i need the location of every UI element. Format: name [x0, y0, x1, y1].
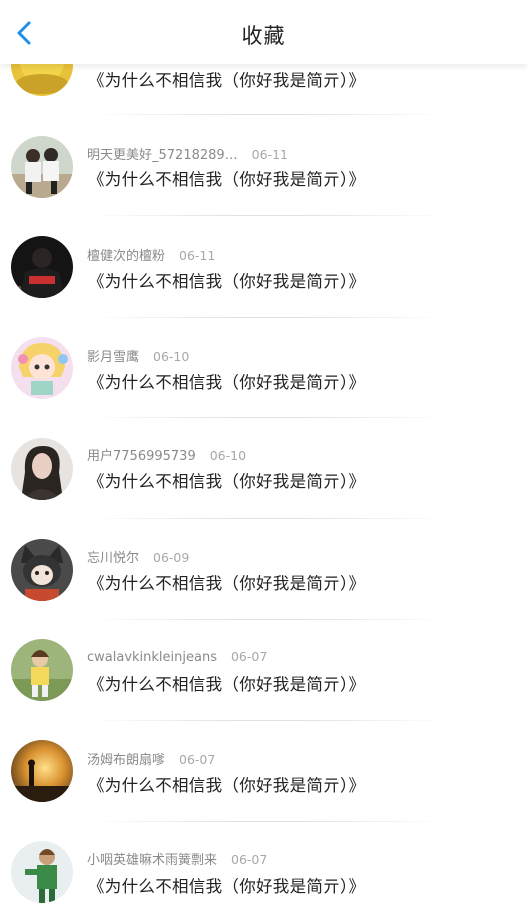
- favorite-title[interactable]: 《为什么不相信我（你好我是简亓）》: [88, 369, 365, 393]
- item-meta: 檀健次的檀粉 06-11: [87, 245, 215, 264]
- username[interactable]: 用户7756995739: [87, 449, 196, 464]
- favorite-title[interactable]: 《为什么不相信我（你好我是简亓）》: [88, 570, 365, 594]
- username[interactable]: 檀健次的檀粉: [87, 249, 165, 264]
- timestamp: 06-11: [179, 248, 216, 263]
- timestamp: 06-10: [153, 349, 190, 364]
- avatar[interactable]: [11, 136, 73, 198]
- avatar[interactable]: [11, 438, 73, 500]
- item-meta: 汤姆布朗扇嗲 06-07: [87, 749, 215, 768]
- avatar[interactable]: [11, 539, 73, 601]
- timestamp: 06-09: [153, 550, 190, 565]
- avatar[interactable]: [11, 841, 73, 903]
- header-bar: 收藏: [0, 0, 527, 64]
- username[interactable]: 影月雪鹰: [87, 350, 139, 365]
- avatar[interactable]: [11, 639, 73, 701]
- item-meta: 忘川悦尔 06-09: [87, 547, 189, 566]
- favorite-title[interactable]: 《为什么不相信我（你好我是简亓）》: [88, 468, 365, 492]
- timestamp: 06-07: [179, 752, 216, 767]
- list-item[interactable]: 影月雪鹰 06-10 《为什么不相信我（你好我是简亓）》: [0, 317, 527, 418]
- item-meta: 影月雪鹰 06-10: [87, 346, 189, 365]
- favorites-list: 《为什么不相信我（你好我是简亓）》 明天更美好_57218289… 06-11 《…: [0, 0, 527, 920]
- item-meta: 明天更美好_57218289… 06-11: [87, 144, 288, 163]
- avatar[interactable]: [11, 236, 73, 298]
- item-meta: cwalavkinkleinjeans 06-07: [87, 649, 267, 665]
- username[interactable]: cwalavkinkleinjeans: [87, 650, 217, 665]
- timestamp: 06-07: [231, 852, 268, 867]
- favorite-title[interactable]: 《为什么不相信我（你好我是简亓）》: [88, 873, 365, 897]
- list-item[interactable]: 小咽英雄嘛术雨簧剽来 06-07 《为什么不相信我（你好我是简亓）》: [0, 822, 527, 922]
- favorite-title[interactable]: 《为什么不相信我（你好我是简亓）》: [88, 166, 365, 190]
- list-item[interactable]: cwalavkinkleinjeans 06-07 《为什么不相信我（你好我是简亓…: [0, 620, 527, 721]
- username[interactable]: 忘川悦尔: [87, 551, 139, 566]
- list-item[interactable]: 汤姆布朗扇嗲 06-07 《为什么不相信我（你好我是简亓）》: [0, 721, 527, 822]
- list-item[interactable]: 用户7756995739 06-10 《为什么不相信我（你好我是简亓）》: [0, 418, 527, 519]
- username[interactable]: 明天更美好_57218289…: [87, 148, 238, 163]
- avatar[interactable]: [11, 337, 73, 399]
- favorite-title[interactable]: 《为什么不相信我（你好我是简亓）》: [88, 268, 365, 292]
- favorite-title[interactable]: 《为什么不相信我（你好我是简亓）》: [88, 671, 365, 695]
- list-item[interactable]: 明天更美好_57218289… 06-11 《为什么不相信我（你好我是简亓）》: [0, 115, 527, 216]
- favorite-title[interactable]: 《为什么不相信我（你好我是简亓）》: [88, 772, 365, 796]
- list-item[interactable]: 檀健次的檀粉 06-11 《为什么不相信我（你好我是简亓）》: [0, 216, 527, 318]
- page-title: 收藏: [241, 24, 286, 48]
- item-meta: 小咽英雄嘛术雨簧剽来 06-07: [87, 849, 267, 868]
- timestamp: 06-10: [209, 448, 247, 463]
- avatar[interactable]: [11, 740, 73, 802]
- timestamp: 06-11: [251, 147, 288, 162]
- username[interactable]: 汤姆布朗扇嗲: [87, 753, 165, 768]
- favorite-title[interactable]: 《为什么不相信我（你好我是简亓）》: [88, 67, 365, 91]
- timestamp: 06-07: [230, 649, 268, 664]
- list-item[interactable]: 忘川悦尔 06-09 《为什么不相信我（你好我是简亓）》: [0, 519, 527, 620]
- item-meta: 用户7756995739 06-10: [87, 445, 246, 464]
- username[interactable]: 小咽英雄嘛术雨簧剽来: [87, 853, 217, 868]
